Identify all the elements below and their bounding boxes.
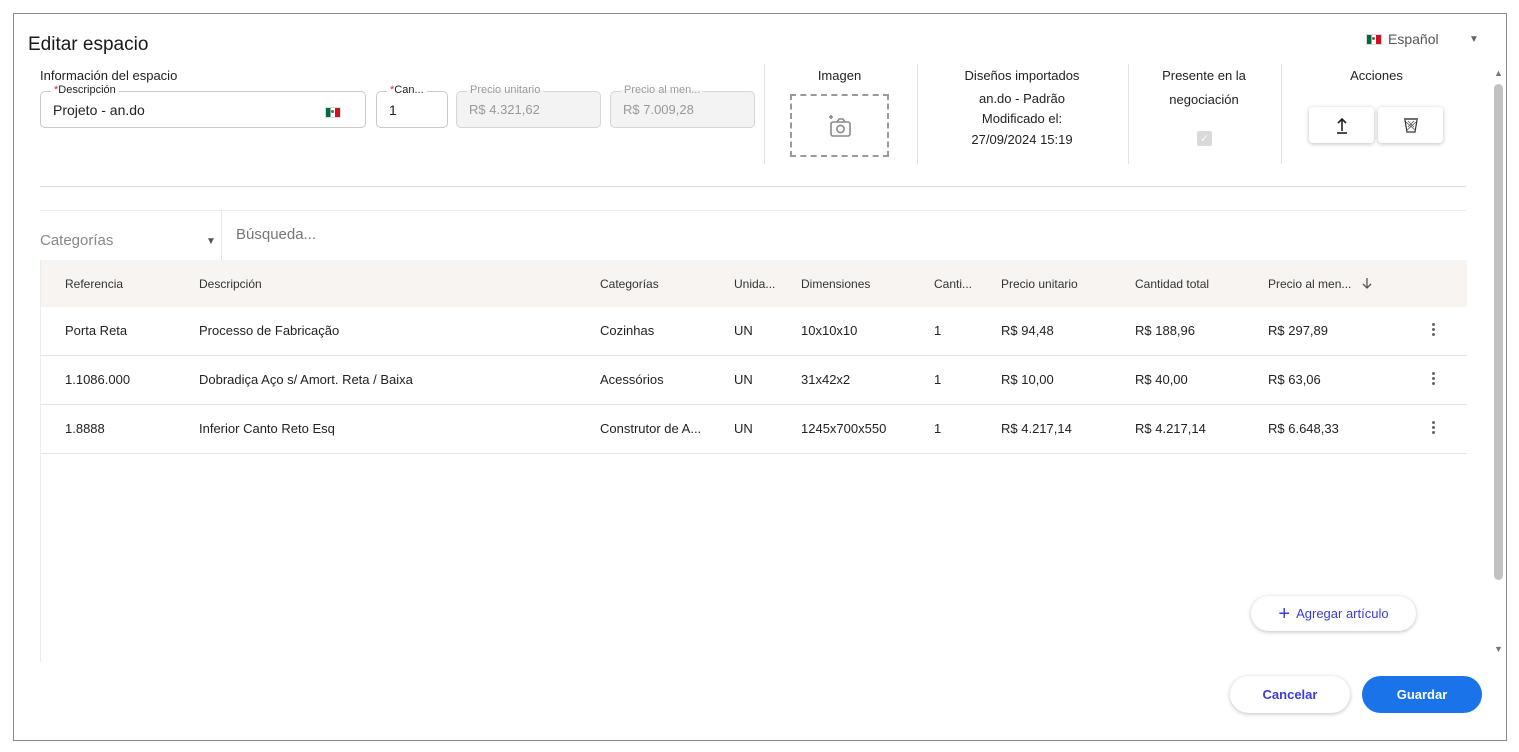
modified-date: 27/09/2024 15:19 (971, 132, 1073, 147)
cell-retail-price: R$ 6.648,33 (1268, 421, 1339, 436)
cell-total-quantity: R$ 4.217,14 (1135, 421, 1206, 436)
items-table: Referencia Descripción Categorías Unida.… (40, 260, 1467, 662)
divider (917, 64, 918, 164)
cell-categories: Cozinhas (600, 323, 655, 338)
add-photo-icon (828, 114, 851, 137)
cell-dimensions: 1245x700x550 (801, 421, 887, 436)
plus-icon: + (1278, 602, 1291, 625)
cell-unit: UN (734, 421, 753, 436)
cell-total-quantity: R$ 40,00 (1135, 372, 1188, 387)
cell-quantity: 1 (934, 372, 942, 387)
column-header-unit-price[interactable]: Precio unitario (1001, 277, 1078, 291)
categories-placeholder: Categorías (40, 232, 114, 249)
space-info-heading: Información del espacio (40, 68, 178, 83)
column-header-unit[interactable]: Unida... (734, 277, 775, 291)
cell-quantity: 1 (934, 421, 942, 436)
column-header-reference[interactable]: Referencia (65, 277, 123, 291)
scroll-down-arrow-icon[interactable]: ▼ (1494, 644, 1503, 654)
retail-price-value: R$ 7.009,28 (623, 102, 694, 117)
upload-button[interactable] (1309, 107, 1374, 143)
table-row[interactable]: 1.1086.000 Dobradiça Aço s/ Amort. Reta … (41, 356, 1467, 405)
image-upload-area[interactable] (790, 94, 889, 157)
imported-designs-heading: Diseños importados (964, 68, 1080, 83)
filter-bar: Categorías ▼ Búsqueda... (40, 210, 1466, 261)
unit-price-value: R$ 4.321,62 (469, 102, 540, 117)
unit-price-field: Precio unitario R$ 4.321,62 (456, 84, 601, 128)
language-select[interactable]: Español (1366, 31, 1439, 47)
upload-arrow-icon (1336, 117, 1347, 134)
divider (1128, 64, 1129, 164)
search-input[interactable]: Búsqueda... (236, 226, 316, 243)
retail-price-field: Precio al men... R$ 7.009,28 (610, 84, 755, 128)
table-row[interactable]: 1.8888 Inferior Canto Reto Esq Construto… (41, 405, 1467, 454)
cell-categories: Acessórios (600, 372, 664, 387)
column-header-dimensions[interactable]: Dimensiones (801, 277, 870, 291)
cell-description: Processo de Fabricação (199, 323, 340, 338)
cell-reference: 1.8888 (65, 421, 105, 436)
more-options-icon[interactable] (1432, 372, 1436, 385)
add-item-button[interactable]: + Agregar artículo (1251, 596, 1416, 631)
chevron-down-icon[interactable]: ▼ (1469, 34, 1479, 45)
cancel-button[interactable]: Cancelar (1230, 676, 1350, 713)
actions-heading: Acciones (1350, 68, 1403, 83)
cell-unit-price: R$ 94,48 (1001, 323, 1054, 338)
retail-price-label: Precio al men... (621, 84, 704, 96)
cell-description: Dobradiça Aço s/ Amort. Reta / Baixa (199, 372, 413, 387)
column-header-retail-price[interactable]: Precio al men... (1268, 277, 1373, 291)
negotiation-checkbox[interactable]: ✓ (1197, 131, 1212, 146)
sort-arrow-down-icon (1362, 278, 1372, 289)
table-row[interactable]: Porta Reta Processo de Fabricação Cozinh… (41, 307, 1467, 356)
divider (764, 64, 765, 164)
cell-retail-price: R$ 63,06 (1268, 372, 1321, 387)
negotiation-heading-line1: Presente en la (1162, 68, 1246, 83)
add-item-label: Agregar artículo (1296, 606, 1389, 621)
description-label: Descripción (58, 84, 116, 96)
cell-reference: 1.1086.000 (65, 372, 131, 387)
cell-dimensions: 31x42x2 (801, 372, 851, 387)
quantity-label: Can... (394, 84, 424, 96)
table-header: Referencia Descripción Categorías Unida.… (41, 260, 1467, 307)
cell-total-quantity: R$ 188,96 (1135, 323, 1195, 338)
edit-space-dialog: Editar espacio Español ▼ Información del… (13, 13, 1507, 741)
image-heading: Imagen (817, 68, 862, 83)
quantity-field[interactable]: *Can... 1 (376, 84, 448, 128)
categories-select[interactable]: Categorías ▼ (40, 211, 222, 261)
unit-price-label: Precio unitario (467, 84, 544, 96)
cell-unit-price: R$ 10,00 (1001, 372, 1054, 387)
column-header-total-quantity[interactable]: Cantidad total (1135, 277, 1209, 291)
cell-description: Inferior Canto Reto Esq (199, 421, 335, 436)
quantity-input[interactable]: 1 (389, 102, 397, 118)
section-divider (40, 186, 1466, 187)
more-options-icon[interactable] (1432, 323, 1436, 336)
mexico-flag-icon (1366, 33, 1382, 45)
imported-design-name: an.do - Padrão (978, 91, 1065, 106)
cell-quantity: 1 (934, 323, 942, 338)
more-options-icon[interactable] (1432, 421, 1436, 434)
cell-reference: Porta Reta (65, 323, 128, 338)
scrollbar-thumb[interactable] (1494, 84, 1503, 580)
column-header-categories[interactable]: Categorías (600, 277, 659, 291)
cell-unit: UN (734, 372, 753, 387)
modified-label: Modificado el: (981, 111, 1063, 126)
language-label: Español (1388, 31, 1439, 47)
description-input[interactable]: Projeto - an.do (53, 102, 145, 118)
trash-icon (1403, 118, 1418, 133)
cell-categories: Construtor de A... (600, 421, 702, 436)
dialog-title: Editar espacio (28, 34, 149, 55)
negotiation-heading-line2: negociación (1169, 92, 1239, 107)
divider (1281, 64, 1282, 164)
scroll-up-arrow-icon[interactable]: ▲ (1494, 68, 1503, 78)
column-header-description[interactable]: Descripción (199, 277, 262, 291)
cell-unit: UN (734, 323, 753, 338)
save-button[interactable]: Guardar (1362, 676, 1482, 713)
cell-dimensions: 10x10x10 (801, 323, 858, 338)
delete-button[interactable] (1378, 107, 1443, 143)
chevron-down-icon: ▼ (206, 236, 216, 247)
cell-unit-price: R$ 4.217,14 (1001, 421, 1072, 436)
mexico-flag-icon[interactable] (325, 107, 341, 118)
description-field[interactable]: *Descripción Projeto - an.do (40, 84, 366, 128)
cell-retail-price: R$ 297,89 (1268, 323, 1328, 338)
column-header-quantity[interactable]: Canti... (934, 277, 972, 291)
